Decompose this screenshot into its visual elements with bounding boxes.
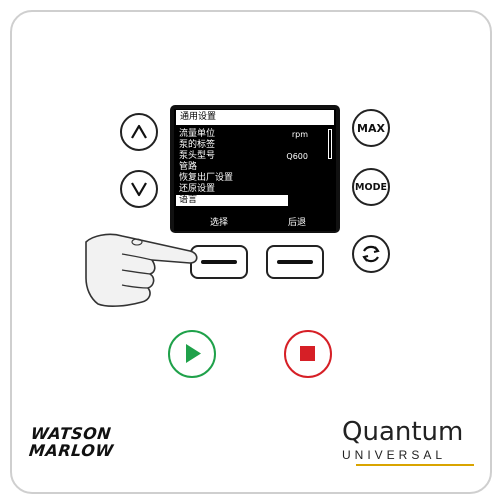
stop-icon [300, 346, 315, 361]
menu-item-label: 还原设置 [179, 184, 216, 194]
logo-universal: UNIVERSAL [342, 448, 447, 462]
screen-title: 通用设置 [176, 110, 334, 125]
logo-accent-line [356, 464, 474, 466]
mode-label: MODE [355, 181, 387, 193]
start-button[interactable] [168, 330, 216, 378]
display-screen: 通用设置 流量单位 rpm 泵的标签 泵头型号 Q600 管路 恢复出厂设置 还… [170, 105, 340, 233]
up-button[interactable] [120, 113, 158, 151]
menu-item-label: 泵的标签 [179, 140, 216, 150]
play-icon [186, 344, 201, 363]
menu-item-label: 泵头型号 [179, 151, 216, 161]
menu-item-flow-unit[interactable]: 流量单位 rpm [176, 129, 326, 140]
menu-item-restore-settings[interactable]: 还原设置 [176, 184, 326, 195]
menu-item-label: 流量单位 [179, 129, 216, 139]
quantum-universal-logo: Quantum UNIVERSAL [342, 417, 482, 466]
menu-item-pumphead-model[interactable]: 泵头型号 Q600 [176, 151, 326, 162]
softkey-right-label: 后退 [288, 218, 307, 228]
display-inner: 通用设置 流量单位 rpm 泵的标签 泵头型号 Q600 管路 恢复出厂设置 还… [174, 109, 336, 231]
softkey-bar-mark [277, 260, 313, 264]
menu-item-factory-reset[interactable]: 恢复出厂设置 [176, 173, 326, 184]
menu-item-tubing[interactable]: 管路 [176, 162, 326, 173]
logo-line-2: MARLOW [28, 441, 115, 460]
logo-line-1: WATSON [29, 424, 113, 443]
softkey-right-button[interactable] [266, 245, 324, 279]
chevron-up-icon [131, 124, 147, 139]
direction-button[interactable] [352, 235, 390, 273]
scrollbar [328, 129, 332, 159]
chevron-down-icon [131, 182, 147, 197]
menu-item-label: 恢复出厂设置 [179, 173, 234, 183]
down-button[interactable] [120, 170, 158, 208]
stop-button[interactable] [284, 330, 332, 378]
logo-quantum: Quantum [342, 417, 464, 447]
menu-item-label: 管路 [179, 162, 198, 172]
hand-pointer-icon [85, 233, 198, 307]
watson-marlow-logo: WATSON MARLOW [28, 424, 116, 460]
direction-icon [362, 245, 380, 263]
mode-button[interactable]: MODE [352, 168, 390, 206]
menu-item-language[interactable]: 语言 [176, 195, 288, 206]
max-button[interactable]: MAX [352, 109, 390, 147]
menu-item-pump-label[interactable]: 泵的标签 [176, 140, 326, 151]
softkey-left-label: 选择 [210, 218, 229, 228]
menu-item-value: rpm [291, 130, 308, 139]
menu-item-label: 语言 [179, 195, 198, 205]
menu-item-value: Q600 [286, 152, 308, 161]
max-label: MAX [357, 121, 385, 135]
